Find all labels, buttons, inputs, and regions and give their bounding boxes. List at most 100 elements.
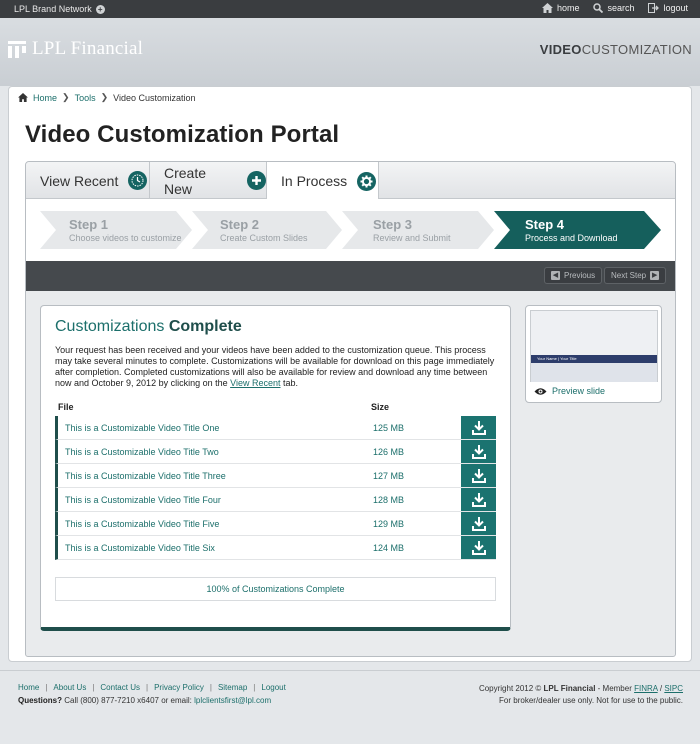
file-row: This is a Customizable Video Title Five … bbox=[55, 512, 496, 536]
questions-label: Questions? bbox=[18, 696, 63, 705]
step-nav-bar: ◀ Previous Next Step ▶ bbox=[26, 261, 675, 291]
footer-link-contact[interactable]: Contact Us bbox=[100, 683, 140, 692]
disclaimer: For broker/dealer use only. Not for use … bbox=[499, 696, 683, 705]
search-icon bbox=[593, 3, 604, 13]
copyright-text: Copyright 2012 © bbox=[478, 684, 544, 693]
breadcrumb-tools[interactable]: Tools bbox=[75, 93, 96, 103]
search-link[interactable]: search bbox=[593, 3, 634, 13]
file-size: 129 MB bbox=[373, 519, 405, 529]
footer-link-privacy[interactable]: Privacy Policy bbox=[154, 683, 204, 692]
chevron-right-icon: ❯ bbox=[62, 92, 70, 102]
next-step-button[interactable]: Next Step ▶ bbox=[604, 267, 667, 284]
next-step-button-label: Next Step bbox=[611, 271, 647, 280]
file-name-link[interactable]: This is a Customizable Video Title Six bbox=[65, 543, 215, 553]
slide-contact-band bbox=[531, 363, 657, 382]
footer-link-sitemap[interactable]: Sitemap bbox=[218, 683, 247, 692]
home-icon bbox=[18, 93, 28, 102]
download-button[interactable] bbox=[461, 512, 496, 535]
slide-title: Your Title bbox=[560, 356, 577, 361]
brand-network-menu[interactable]: LPL Brand Network + bbox=[14, 4, 105, 14]
footer-link-logout[interactable]: Logout bbox=[261, 683, 285, 692]
file-name-link[interactable]: This is a Customizable Video Title Four bbox=[65, 495, 221, 505]
download-icon bbox=[471, 468, 486, 483]
brand-network-label: LPL Brand Network bbox=[14, 4, 92, 14]
file-name-link[interactable]: This is a Customizable Video Title Three bbox=[65, 471, 226, 481]
file-name-link[interactable]: This is a Customizable Video Title One bbox=[65, 423, 219, 433]
chevron-right-icon: ❯ bbox=[100, 92, 109, 102]
step-3: Step 3 Review and Submit bbox=[373, 217, 451, 243]
search-link-label: search bbox=[607, 3, 635, 13]
download-icon bbox=[471, 492, 486, 507]
member-text: - Member bbox=[595, 684, 635, 693]
footer-links: Home | About Us | Contact Us | Privacy Poli… bbox=[18, 683, 286, 692]
slide-name-band: Your Name | Your Title bbox=[531, 355, 657, 363]
clock-icon bbox=[128, 171, 148, 190]
product-name-bold: VIDEO bbox=[539, 42, 582, 57]
status-message: Your request has been received and your … bbox=[55, 345, 500, 389]
download-button[interactable] bbox=[461, 536, 496, 559]
site-header: LPL Financial VIDEOCUSTOMIZATION bbox=[0, 18, 700, 86]
previous-button-label: Previous bbox=[564, 271, 596, 280]
view-recent-link[interactable]: View Recent bbox=[230, 378, 280, 388]
copyright-company: LPL Financial bbox=[543, 684, 596, 693]
slide-name: Your Name bbox=[537, 356, 557, 361]
footer-divider: | bbox=[209, 683, 212, 692]
breadcrumb: Home ❯ Tools ❯ Video Customization bbox=[18, 92, 196, 103]
step-3-subtitle: Review and Submit bbox=[373, 233, 451, 243]
file-name-link[interactable]: This is a Customizable Video Title Five bbox=[65, 519, 219, 529]
copyright-line: Copyright 2012 © LPL Financial - Member … bbox=[479, 683, 683, 695]
step-1-subtitle: Choose videos to customize bbox=[69, 233, 182, 243]
download-button[interactable] bbox=[461, 440, 496, 463]
file-size: 124 MB bbox=[373, 543, 405, 553]
email-link[interactable]: lplclientsfirst@lpl.com bbox=[194, 696, 271, 705]
heading-light: Customizations bbox=[55, 318, 165, 335]
footer-link-home[interactable]: Home bbox=[18, 683, 39, 692]
logout-link[interactable]: logout bbox=[648, 3, 688, 13]
download-icon bbox=[471, 444, 486, 459]
tab-create-new-label: Create New bbox=[164, 164, 207, 197]
home-icon bbox=[541, 3, 553, 13]
slide-preview: Your Name | Your Title Preview slide bbox=[525, 305, 662, 403]
download-icon bbox=[471, 540, 486, 555]
step-progress: Step 1 Choose videos to customize Step 2… bbox=[26, 199, 675, 261]
tab-bar: View Recent Create New In Process bbox=[26, 162, 675, 200]
download-button[interactable] bbox=[461, 464, 496, 487]
tab-view-recent[interactable]: View Recent bbox=[26, 162, 150, 199]
lpl-logo[interactable]: LPL Financial bbox=[8, 38, 143, 60]
file-size: 128 MB bbox=[373, 495, 405, 505]
column-header-size: Size bbox=[371, 402, 390, 412]
arrow-left-icon: ◀ bbox=[551, 271, 560, 280]
download-button[interactable] bbox=[461, 416, 496, 439]
breadcrumb-home[interactable]: Home bbox=[33, 93, 57, 103]
file-name-link[interactable]: This is a Customizable Video Title Two bbox=[65, 447, 219, 457]
home-link[interactable]: home bbox=[541, 3, 580, 13]
download-icon bbox=[471, 516, 486, 531]
column-header-file: File bbox=[58, 402, 74, 412]
step-3-title: Step 3 bbox=[373, 217, 413, 232]
eye-icon bbox=[534, 387, 547, 395]
site-footer: Home | About Us | Contact Us | Privacy Poli… bbox=[0, 670, 700, 744]
footer-divider: | bbox=[145, 683, 149, 692]
previous-button[interactable]: ◀ Previous bbox=[544, 267, 603, 284]
file-row: This is a Customizable Video Title One 1… bbox=[55, 416, 496, 440]
footer-divider: | bbox=[45, 683, 48, 692]
tab-in-process[interactable]: In Process bbox=[267, 162, 379, 200]
download-button[interactable] bbox=[461, 488, 496, 511]
home-link-label: home bbox=[556, 3, 580, 13]
finra-link[interactable]: FINRA bbox=[634, 684, 658, 693]
arrow-right-icon: ▶ bbox=[650, 271, 660, 280]
step-4: Step 4 Process and Download bbox=[525, 217, 618, 243]
tab-create-new[interactable]: Create New bbox=[150, 162, 267, 199]
progress-status: 100% of Customizations Complete bbox=[55, 577, 496, 601]
preview-slide-link[interactable]: Preview slide bbox=[534, 386, 605, 396]
main-card: Home ❯ Tools ❯ Video Customization Video… bbox=[8, 86, 692, 662]
top-bar: LPL Brand Network + home search logout bbox=[0, 0, 700, 18]
top-links: home search logout bbox=[541, 3, 688, 13]
footer-link-about[interactable]: About Us bbox=[53, 683, 86, 692]
slide-thumbnail[interactable]: Your Name | Your Title bbox=[530, 310, 658, 382]
customizations-heading: Customizations Complete bbox=[55, 318, 242, 336]
step-2-title: Step 2 bbox=[220, 217, 260, 232]
sipc-link[interactable]: SIPC bbox=[664, 684, 683, 693]
product-name-light: CUSTOMIZATION bbox=[581, 42, 692, 57]
file-size: 126 MB bbox=[373, 447, 405, 457]
